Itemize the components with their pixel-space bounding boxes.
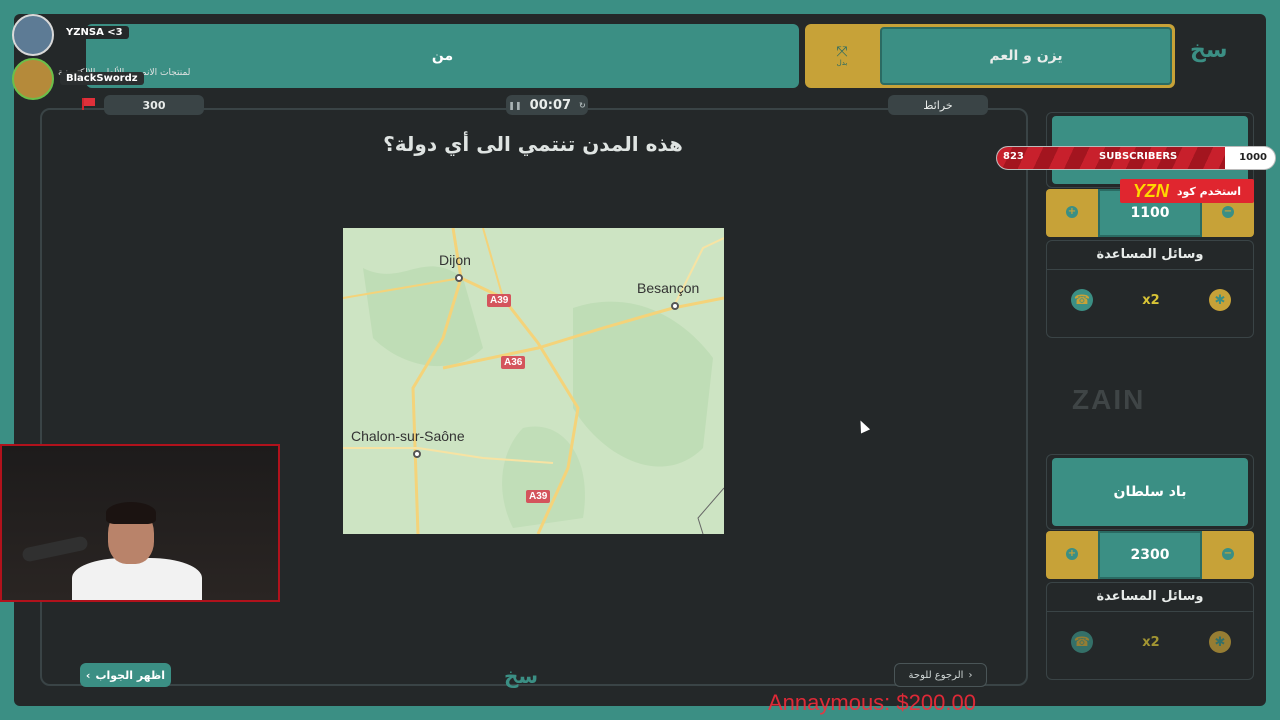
team1-call-friend-icon[interactable]: ☎: [1071, 289, 1093, 311]
team1-increase-button[interactable]: +: [1066, 206, 1078, 218]
webcam-feed: [0, 444, 280, 602]
team2-help-tools: وسائل المساعدة ☎ x2 ✱: [1046, 582, 1254, 680]
subs-goal: 1000: [1239, 152, 1267, 163]
brand-logo-bottom-icon: ﺳﺦ: [504, 664, 540, 688]
team1-double-icon[interactable]: x2: [1140, 289, 1162, 311]
city-label-dijon: Dijon: [439, 252, 471, 268]
city-marker-dijon: [455, 274, 463, 282]
back-label: الرجوع للوحة: [908, 669, 964, 681]
swap-label: بدل: [836, 59, 848, 67]
city-label-chalon: Chalon-sur-Saône: [351, 428, 465, 444]
team1-help-tools: وسائل المساعدة ☎ x2 ✱: [1046, 240, 1254, 338]
promo-code-banner: YZN استخدم كود: [1120, 179, 1254, 203]
swap-icon: ⤧: [836, 44, 848, 60]
chevron-right-icon: ›: [968, 669, 973, 681]
pause-icon[interactable]: ❚❚: [508, 101, 521, 110]
brand-logo-icon: ﺳﺦ: [1190, 38, 1229, 63]
city-marker-besancon: [671, 302, 679, 310]
team2-hole-icon[interactable]: ✱: [1209, 631, 1231, 653]
team1-help-title: وسائل المساعدة: [1096, 247, 1204, 262]
team2-call-friend-icon[interactable]: ☎: [1071, 631, 1093, 653]
team-right-banner: ⤧ بدل يزن و العم: [805, 24, 1175, 88]
chat-user-2: BlackSwordz: [60, 72, 144, 85]
team-right-name: يزن و العم: [880, 27, 1172, 85]
team2-score-row: + 2300 −: [1046, 531, 1254, 579]
road-badge-a36: A36: [501, 356, 526, 369]
road-badge-a39-south: A39: [526, 490, 551, 503]
team2-double-icon[interactable]: x2: [1140, 631, 1162, 653]
city-marker-chalon: [413, 450, 421, 458]
map-roads-graphic: [343, 228, 724, 534]
swap-turn-button[interactable]: ⤧ بدل: [825, 42, 859, 70]
avatar: [12, 58, 54, 100]
question-text: هذه المدن تنتمي الى أي دولة؟: [383, 132, 683, 156]
team2-increase-button[interactable]: +: [1066, 548, 1078, 560]
timer-value: 00:07: [529, 97, 572, 113]
team1-hole-icon[interactable]: ✱: [1209, 289, 1231, 311]
city-label-besancon: Besançon: [637, 280, 700, 296]
back-to-board-button[interactable]: الرجوع للوحة ›: [894, 663, 987, 687]
reset-icon[interactable]: ↻: [579, 101, 586, 110]
team2-score: 2300: [1098, 531, 1202, 579]
team2-name: باد سلطان: [1052, 458, 1248, 526]
map-image: Dijon Besançon Chalon-sur-Saône A39 A36 …: [343, 228, 724, 534]
show-answer-button[interactable]: ‹ اظهر الجواب: [80, 663, 171, 687]
category-label: خرائط: [888, 95, 988, 115]
chat-overlay: YZNSA <3 لمنتجات الانمي و الألعاب الالكت…: [12, 14, 212, 100]
promo-text: استخدم كود: [1176, 184, 1242, 198]
show-answer-label: اظهر الجواب: [95, 668, 166, 682]
team-left-name: من: [431, 48, 454, 64]
team2-help-title: وسائل المساعدة: [1096, 589, 1204, 604]
promo-code: YZN: [1132, 180, 1169, 201]
avatar: [12, 14, 54, 56]
donation-alert: Annaymous: $200.00: [768, 690, 976, 715]
road-badge-a39: A39: [487, 294, 512, 307]
chevron-left-icon: ‹: [85, 668, 91, 682]
timer[interactable]: ❚❚ 00:07 ↻: [506, 95, 588, 115]
sponsor-logo: ZAIN: [1072, 384, 1146, 415]
subs-current: 823: [1003, 151, 1024, 162]
team2-decrease-button[interactable]: −: [1222, 548, 1234, 560]
subscriber-goal-bar: 823 SUBSCRIBERS 1000: [996, 146, 1276, 170]
team1-decrease-button[interactable]: −: [1222, 206, 1234, 218]
subs-label: SUBSCRIBERS: [1099, 151, 1178, 162]
chat-user-1: YZNSA <3: [60, 26, 129, 39]
